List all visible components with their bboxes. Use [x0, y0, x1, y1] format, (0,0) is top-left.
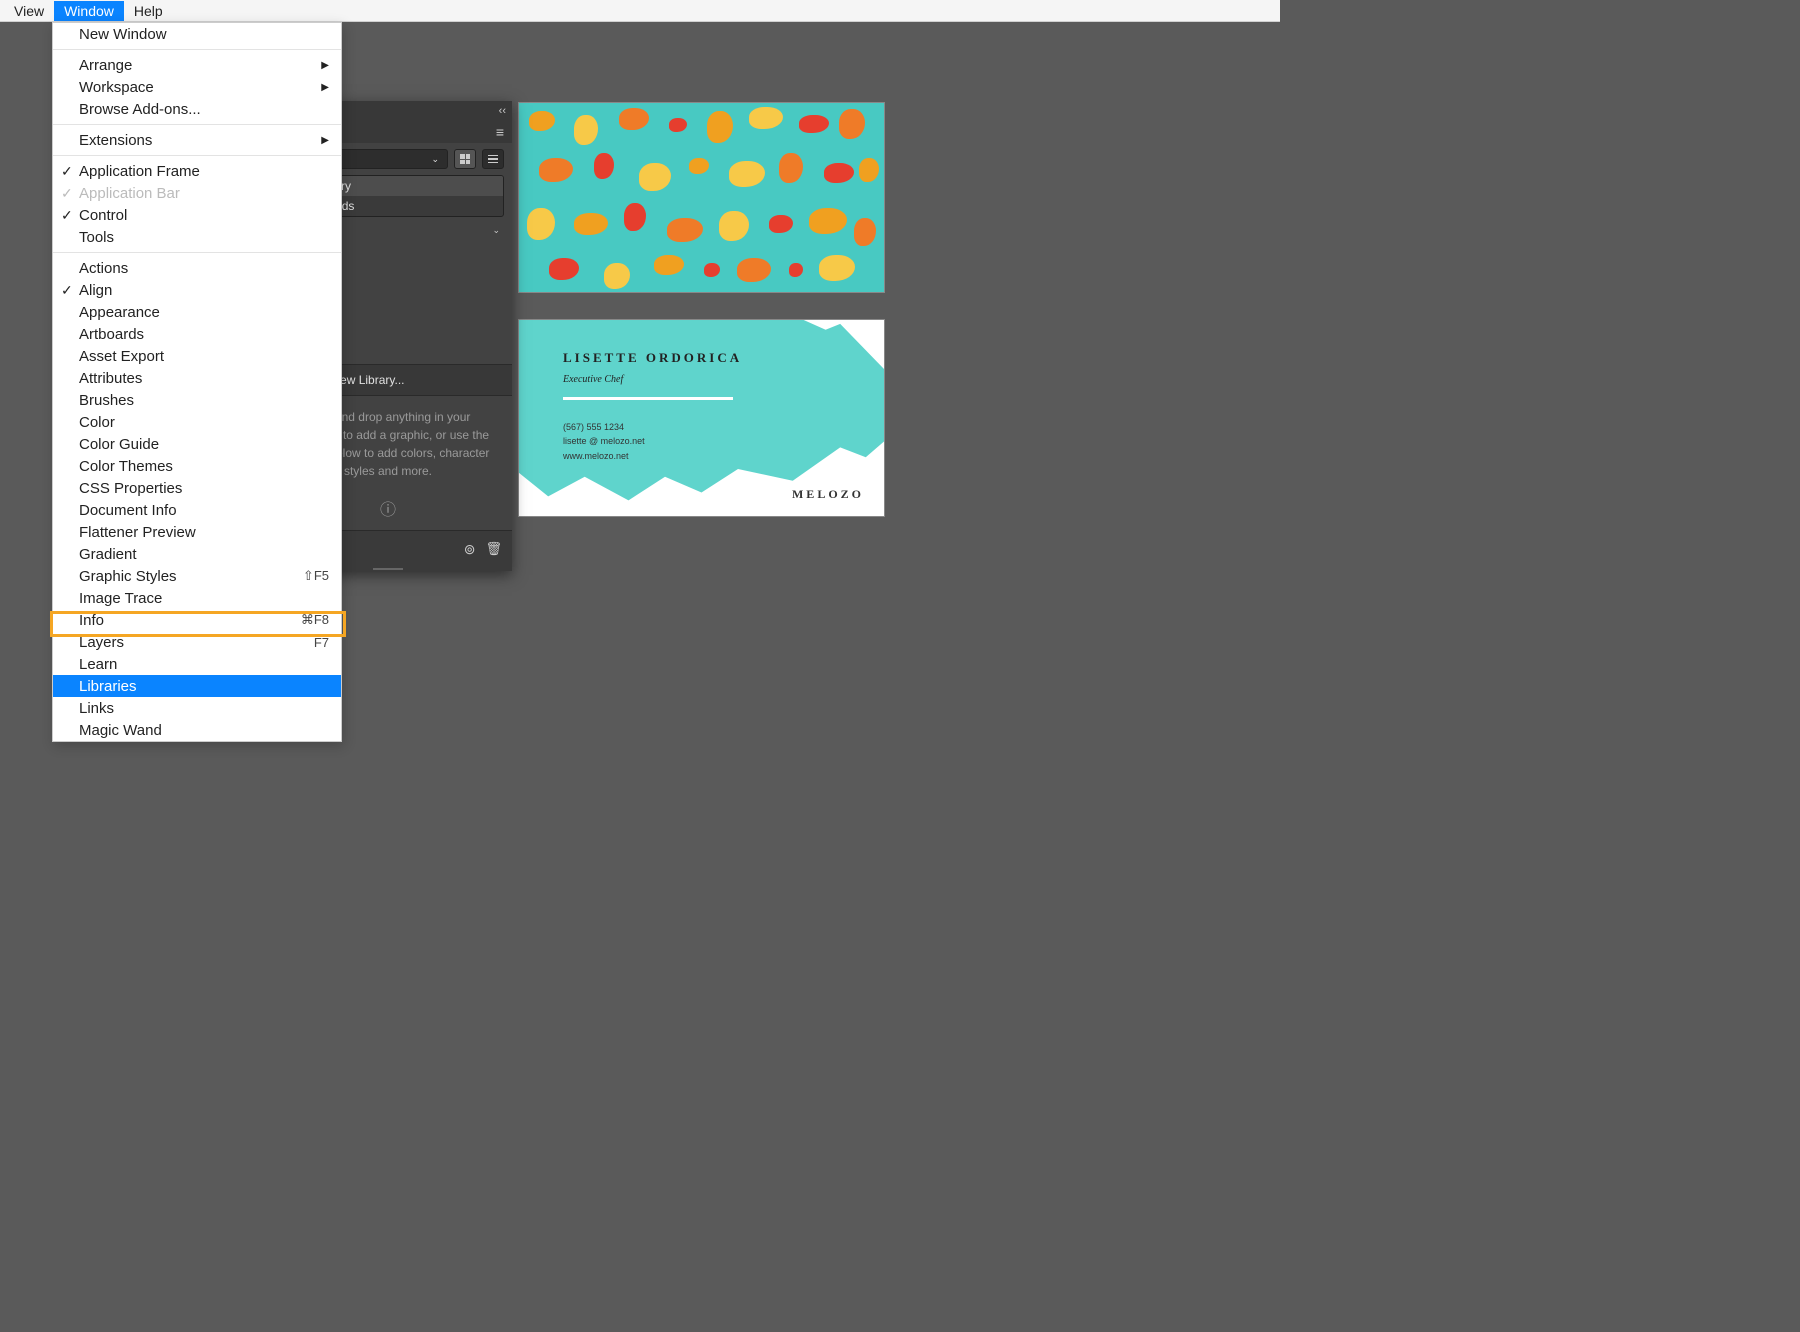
artboard-business-card[interactable]: LISETTE ORDORICA Executive Chef (567) 55… — [518, 319, 885, 517]
menu-arrange[interactable]: Arrange▶ — [53, 54, 341, 76]
artboard-photo[interactable] — [518, 102, 885, 293]
menu-document-info[interactable]: Document Info — [53, 499, 341, 521]
menu-browse-addons[interactable]: Browse Add-ons... — [53, 98, 341, 120]
menu-info[interactable]: Info⌘F8 — [53, 609, 341, 631]
menu-control[interactable]: ✓Control — [53, 204, 341, 226]
card-name: LISETTE ORDORICA — [563, 350, 742, 366]
menu-artboards[interactable]: Artboards — [53, 323, 341, 345]
creative-cloud-icon[interactable]: ⊚ — [464, 541, 476, 558]
menu-color[interactable]: Color — [53, 411, 341, 433]
trash-icon[interactable]: 🗑 — [485, 541, 502, 557]
list-icon — [488, 154, 498, 164]
card-phone: (567) 555 1234 — [563, 420, 742, 434]
menu-separator — [53, 155, 341, 156]
menu-separator — [53, 252, 341, 253]
menu-workspace[interactable]: Workspace▶ — [53, 76, 341, 98]
menu-application-bar: ✓Application Bar — [53, 182, 341, 204]
menu-graphic-styles[interactable]: Graphic Styles⇧F5 — [53, 565, 341, 587]
check-icon: ✓ — [61, 163, 73, 180]
menu-image-trace[interactable]: Image Trace — [53, 587, 341, 609]
menu-tools[interactable]: Tools — [53, 226, 341, 248]
submenu-arrow-icon: ▶ — [321, 135, 329, 146]
menu-magic-wand[interactable]: Magic Wand — [53, 719, 341, 741]
menu-new-window[interactable]: New Window — [53, 23, 341, 45]
menu-window[interactable]: Window — [54, 1, 124, 21]
menu-align[interactable]: ✓Align — [53, 279, 341, 301]
menu-actions[interactable]: Actions — [53, 257, 341, 279]
menu-gradient[interactable]: Gradient — [53, 543, 341, 565]
window-dropdown: New Window Arrange▶ Workspace▶ Browse Ad… — [52, 22, 342, 742]
menu-appearance[interactable]: Appearance — [53, 301, 341, 323]
menu-attributes[interactable]: Attributes — [53, 367, 341, 389]
check-icon: ✓ — [61, 207, 73, 224]
menubar: View Window Help — [0, 0, 1280, 22]
menu-css-properties[interactable]: CSS Properties — [53, 477, 341, 499]
collapse-icon[interactable]: ‹‹ — [499, 105, 506, 117]
grid-view-button[interactable] — [454, 149, 476, 169]
menu-asset-export[interactable]: Asset Export — [53, 345, 341, 367]
submenu-arrow-icon: ▶ — [321, 60, 329, 71]
menu-color-guide[interactable]: Color Guide — [53, 433, 341, 455]
grid-icon — [460, 154, 470, 164]
menu-color-themes[interactable]: Color Themes — [53, 455, 341, 477]
shortcut-label: ⌘F8 — [301, 612, 329, 628]
menu-application-frame[interactable]: ✓Application Frame — [53, 160, 341, 182]
shortcut-label: F7 — [314, 635, 329, 650]
list-view-button[interactable] — [482, 149, 504, 169]
chevron-down-icon[interactable]: ⌄ — [492, 225, 500, 236]
menu-help[interactable]: Help — [124, 1, 173, 21]
card-brand: MELOZO — [792, 487, 864, 502]
menu-view[interactable]: View — [4, 1, 54, 21]
menu-learn[interactable]: Learn — [53, 653, 341, 675]
menu-layers[interactable]: LayersF7 — [53, 631, 341, 653]
menu-flattener-preview[interactable]: Flattener Preview — [53, 521, 341, 543]
menu-separator — [53, 49, 341, 50]
card-contact: (567) 555 1234 lisette @ melozo.net www.… — [563, 420, 742, 463]
check-icon: ✓ — [61, 282, 73, 299]
card-title: Executive Chef — [563, 374, 742, 385]
card-divider — [563, 397, 733, 400]
menu-separator — [53, 124, 341, 125]
shortcut-label: ⇧F5 — [303, 568, 329, 584]
menu-brushes[interactable]: Brushes — [53, 389, 341, 411]
card-text-block: LISETTE ORDORICA Executive Chef (567) 55… — [563, 350, 742, 463]
submenu-arrow-icon: ▶ — [321, 82, 329, 93]
check-icon: ✓ — [61, 185, 73, 202]
panel-menu-icon[interactable]: ≡ — [488, 124, 512, 140]
chevron-down-icon: ⌄ — [431, 154, 439, 165]
card-email: lisette @ melozo.net — [563, 434, 742, 448]
menu-libraries[interactable]: Libraries — [53, 675, 341, 697]
menu-extensions[interactable]: Extensions▶ — [53, 129, 341, 151]
menu-links[interactable]: Links — [53, 697, 341, 719]
card-web: www.melozo.net — [563, 449, 742, 463]
